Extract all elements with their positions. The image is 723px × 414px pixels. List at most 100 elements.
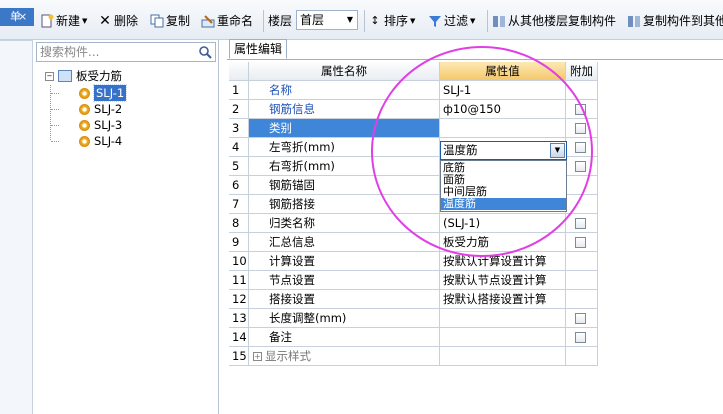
row-number: 14 — [229, 328, 249, 347]
tab-property-edit[interactable]: 属性编辑 — [229, 39, 287, 59]
component-tree-panel: − 板受力筋 SLJ-1 SLJ-2 SLJ-3 SLJ-4 — [33, 40, 219, 414]
left-panel-tab[interactable]: 单 × — [0, 8, 34, 26]
search-input[interactable] — [37, 43, 195, 61]
chevron-down-icon: ▼ — [346, 15, 353, 24]
gear-icon — [79, 119, 90, 131]
table-row[interactable]: 9 汇总信息 板受力筋 — [229, 233, 598, 252]
property-name: 汇总信息 — [249, 233, 440, 252]
row-number: 13 — [229, 309, 249, 328]
table-row[interactable]: 3 类别 — [229, 119, 598, 138]
property-value[interactable]: SLJ-1 — [440, 81, 566, 100]
property-name: 名称 — [249, 81, 440, 100]
category-select[interactable]: 温度筋 ▼ — [440, 141, 567, 160]
extra-checkbox[interactable] — [575, 332, 586, 343]
tree-root[interactable]: − 板受力筋 — [45, 68, 122, 84]
table-row[interactable]: 2 钢筋信息 ф10@150 — [229, 100, 598, 119]
chevron-down-icon: ▼ — [470, 17, 476, 25]
row-number: 8 — [229, 214, 249, 233]
dropdown-option[interactable]: 面筋 — [441, 174, 566, 186]
table-row[interactable]: 15 + 显示样式 — [229, 347, 598, 366]
property-value[interactable]: (SLJ-1) — [440, 214, 566, 233]
extra-cell — [566, 290, 598, 309]
extra-checkbox[interactable] — [575, 218, 586, 229]
row-number: 12 — [229, 290, 249, 309]
property-name: + 显示样式 — [249, 347, 440, 366]
tree-guide — [51, 141, 59, 142]
property-value[interactable] — [440, 328, 566, 347]
chevron-down-icon[interactable]: ▼ — [550, 143, 565, 158]
property-value[interactable] — [440, 119, 566, 138]
tree-item-slj-2[interactable]: SLJ-2 — [79, 101, 122, 117]
sort-icon: ↕ — [370, 14, 380, 27]
property-value[interactable]: 按默认节点设置计算 — [440, 271, 566, 290]
delete-button[interactable]: ✕ 删除 — [98, 12, 138, 30]
dropdown-option[interactable]: 底筋 — [441, 162, 566, 174]
copy-to-floor-button[interactable]: 复制构件到其他 — [627, 12, 723, 30]
copy-icon — [150, 14, 164, 28]
property-value[interactable]: 按默认搭接设置计算 — [440, 290, 566, 309]
filter-button[interactable]: 过滤 ▼ — [428, 12, 475, 30]
property-value[interactable]: 按默认计算设置计算 — [440, 252, 566, 271]
extra-checkbox[interactable] — [575, 142, 586, 153]
property-name: 左弯折(mm) — [249, 138, 440, 157]
extra-checkbox[interactable] — [575, 104, 586, 115]
collapse-icon[interactable]: − — [45, 71, 54, 81]
table-row[interactable]: 1 名称 SLJ-1 — [229, 81, 598, 100]
extra-cell — [566, 233, 598, 252]
search-box — [36, 42, 216, 62]
folder-icon — [58, 70, 72, 82]
property-value[interactable]: 板受力筋 — [440, 233, 566, 252]
property-value[interactable] — [440, 347, 566, 366]
property-value[interactable] — [440, 309, 566, 328]
left-strip — [0, 40, 33, 414]
tree-item-slj-4[interactable]: SLJ-4 — [79, 133, 122, 149]
property-name: 钢筋锚固 — [249, 176, 440, 195]
table-row[interactable]: 10 计算设置 按默认计算设置计算 — [229, 252, 598, 271]
sort-label: 排序 — [384, 14, 409, 28]
property-value[interactable]: ф10@150 — [440, 100, 566, 119]
rename-button[interactable]: 重命名 — [201, 12, 253, 30]
floor-select[interactable]: 首层 ▼ — [296, 10, 358, 30]
table-row[interactable]: 8 归类名称 (SLJ-1) — [229, 214, 598, 233]
table-row[interactable]: 14 备注 — [229, 328, 598, 347]
extra-cell — [566, 328, 598, 347]
dropdown-option[interactable]: 中间层筋 — [441, 186, 566, 198]
row-number: 6 — [229, 176, 249, 195]
extra-cell — [566, 252, 598, 271]
extra-cell — [566, 309, 598, 328]
extra-checkbox[interactable] — [575, 161, 586, 172]
extra-checkbox[interactable] — [575, 313, 586, 324]
search-icon[interactable] — [198, 45, 212, 59]
delete-icon: ✕ — [99, 13, 111, 29]
dropdown-option[interactable]: 温度筋 — [441, 198, 566, 210]
property-name: 钢筋信息 — [249, 100, 440, 119]
extra-cell — [566, 100, 598, 119]
table-row[interactable]: 13 长度调整(mm) — [229, 309, 598, 328]
property-name-label: 显示样式 — [265, 349, 311, 363]
new-button[interactable]: 新建 ▼ — [40, 12, 87, 30]
copy-from-floor-label: 从其他楼层复制构件 — [508, 14, 617, 28]
copy-from-floor-button[interactable]: 从其他楼层复制构件 — [492, 12, 616, 30]
toolbar-divider — [263, 10, 264, 32]
copy-floor-icon — [627, 14, 641, 28]
row-number: 10 — [229, 252, 249, 271]
tree-guide — [51, 109, 59, 110]
tree-item-slj-1[interactable]: SLJ-1 — [79, 84, 128, 102]
extra-cell — [566, 195, 598, 214]
tree-item-slj-3[interactable]: SLJ-3 — [79, 117, 122, 133]
table-row[interactable]: 12 搭接设置 按默认搭接设置计算 — [229, 290, 598, 309]
row-number: 2 — [229, 100, 249, 119]
new-label: 新建 — [56, 14, 81, 28]
table-row[interactable]: 11 节点设置 按默认节点设置计算 — [229, 271, 598, 290]
tree-item-label: SLJ-4 — [94, 134, 123, 148]
sort-button[interactable]: ↕ 排序 ▼ — [368, 12, 415, 30]
extra-checkbox[interactable] — [575, 237, 586, 248]
copy-button[interactable]: 复制 — [150, 12, 190, 30]
row-number: 4 — [229, 138, 249, 157]
tree-guide — [51, 125, 59, 126]
copy-to-floor-label: 复制构件到其他 — [643, 14, 723, 28]
tree-root-label: 板受力筋 — [76, 69, 122, 83]
close-icon[interactable]: × — [18, 8, 27, 26]
extra-checkbox[interactable] — [575, 123, 586, 134]
expand-icon[interactable]: + — [253, 352, 262, 361]
